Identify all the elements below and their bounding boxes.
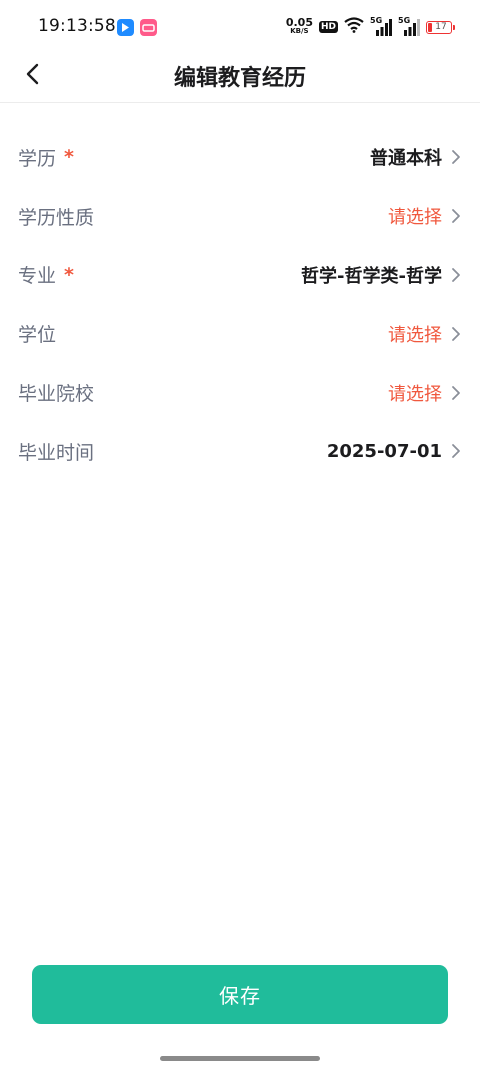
form-row-graduation-date[interactable]: 毕业时间 2025-07-01: [0, 422, 480, 481]
app-notification-icon: [117, 19, 134, 36]
network-speed-unit: KB/S: [290, 27, 309, 35]
row-value: 普通本科: [370, 148, 442, 170]
form-row-education-level[interactable]: 学历 * 普通本科: [0, 128, 480, 187]
sim2-network-label: 5G: [398, 16, 411, 25]
chevron-right-icon: [452, 209, 460, 224]
row-label: 专业 *: [18, 261, 74, 288]
row-label-text: 毕业时间: [18, 441, 95, 464]
row-value-placeholder: 请选择: [388, 207, 442, 229]
chevron-right-icon: [452, 444, 460, 459]
network-speed: 0.05 KB/S: [285, 16, 313, 36]
sim1-network-label: 5G: [370, 16, 383, 25]
form-row-education-type[interactable]: 学历性质 请选择: [0, 187, 480, 246]
nav-bar: 编辑教育经历: [0, 48, 480, 103]
chevron-right-icon: [452, 268, 460, 282]
status-indicators: 0.05 KB/S HD 5G 5G 17: [285, 16, 455, 38]
form-row-degree[interactable]: 学位 请选择: [0, 304, 480, 363]
network-speed-value: 0.05: [285, 16, 313, 29]
form-row-major[interactable]: 专业 * 哲学-哲学类-哲学: [0, 246, 480, 305]
row-label: 毕业时间: [18, 438, 94, 465]
row-label: 学历 *: [18, 144, 74, 171]
row-label-text: 学位: [18, 324, 57, 347]
home-indicator[interactable]: [160, 1056, 320, 1061]
row-label-text: 专业: [18, 265, 57, 288]
battery-icon: 17: [426, 20, 455, 34]
save-button[interactable]: 保存: [32, 965, 448, 1024]
form-row-school[interactable]: 毕业院校 请选择: [0, 363, 480, 422]
row-label-text: 毕业院校: [18, 383, 95, 406]
required-mark: *: [64, 146, 74, 169]
row-value: 2025-07-01: [326, 440, 442, 462]
chevron-right-icon: [452, 150, 460, 165]
education-form: 学历 * 普通本科 学历性质 请选择 专业 * 哲学-哲学类-哲学 学位 请选择: [0, 128, 480, 481]
row-value-placeholder: 请选择: [388, 324, 442, 346]
signal-sim2: 5G: [398, 16, 420, 36]
row-label-text: 学历: [18, 147, 57, 170]
row-value-placeholder: 请选择: [388, 383, 442, 405]
battery-level: 17: [435, 22, 447, 32]
wifi-icon: [344, 17, 364, 37]
chevron-right-icon: [452, 385, 460, 400]
row-label: 毕业院校: [18, 379, 94, 406]
app-notification-icon-2: [140, 19, 157, 36]
signal-sim1: 5G: [370, 16, 392, 36]
hd-badge: HD: [318, 21, 338, 33]
page-title: 编辑教育经历: [173, 66, 306, 91]
row-label: 学历性质: [18, 203, 94, 230]
row-label-text: 学历性质: [18, 206, 95, 229]
status-time: 19:13:58: [38, 16, 116, 36]
chevron-right-icon: [452, 326, 460, 341]
row-label: 学位: [18, 320, 56, 347]
required-mark: *: [64, 263, 74, 286]
row-value: 哲学-哲学类-哲学: [301, 265, 442, 287]
